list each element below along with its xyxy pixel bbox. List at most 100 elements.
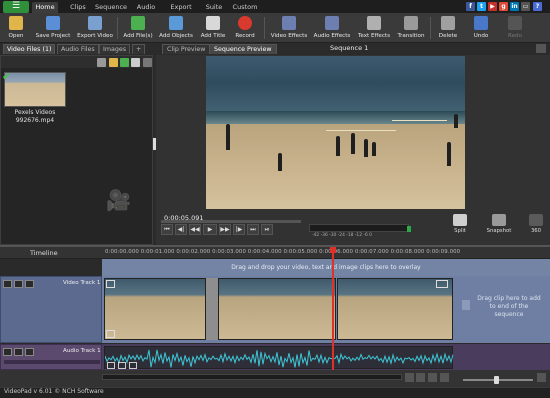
- audio-clip[interactable]: [104, 346, 454, 369]
- vr-360-icon: [529, 214, 543, 226]
- audio-track-header: Audio Track 1: [0, 344, 102, 370]
- timeline-ruler[interactable]: 0:00:00.000 0:00:01.000 0:00:02.000 0:00…: [105, 249, 460, 255]
- video-clip[interactable]: [218, 278, 336, 340]
- seek-bar[interactable]: [161, 220, 301, 223]
- zoom-slider-knob[interactable]: [494, 376, 499, 384]
- add-files-icon: [131, 16, 145, 30]
- split-button[interactable]: Split: [450, 214, 470, 234]
- audio-clip-volume-icon[interactable]: [118, 362, 126, 369]
- zoom-fit-icon[interactable]: [405, 373, 414, 382]
- detach-preview-icon[interactable]: [536, 44, 546, 53]
- save-project-button[interactable]: Save Project: [32, 13, 74, 43]
- lock-track-icon[interactable]: [14, 348, 23, 356]
- tab-sequence[interactable]: Sequence: [92, 2, 130, 13]
- tab-audio[interactable]: Audio: [134, 2, 158, 13]
- clip-transition-icon[interactable]: [436, 280, 448, 288]
- status-text: VideoPad v 6.01 © NCH Software: [4, 388, 104, 395]
- sequence-dropzone[interactable]: Drag clip here to add to end of the sequ…: [474, 295, 544, 319]
- bin-folder-icon[interactable]: [109, 58, 118, 67]
- bin-list-icon[interactable]: [131, 58, 140, 67]
- tab-export[interactable]: Export: [167, 2, 195, 13]
- export-video-icon: [88, 16, 102, 30]
- zoom-out-icon[interactable]: [416, 373, 425, 382]
- track-settings-icon[interactable]: [25, 280, 34, 288]
- twitter-icon[interactable]: t: [477, 2, 486, 11]
- bin-view-icon[interactable]: [120, 58, 129, 67]
- clip-fx-icon[interactable]: [106, 330, 115, 338]
- window-icon[interactable]: ▭: [521, 2, 530, 11]
- redo-icon: [508, 16, 522, 30]
- player-figure: [351, 133, 355, 154]
- video-track-label: Video Track 1: [63, 280, 101, 286]
- toolbar-divider: [264, 17, 265, 39]
- youtube-icon[interactable]: ▶: [488, 2, 497, 11]
- app-menu-button[interactable]: ☰: [3, 1, 29, 13]
- mute-track-icon[interactable]: [3, 280, 12, 288]
- add-files-button[interactable]: Add File(s): [120, 13, 156, 43]
- video-clip[interactable]: [104, 278, 206, 340]
- facebook-icon[interactable]: f: [466, 2, 475, 11]
- redo-button[interactable]: Redo: [500, 13, 530, 43]
- snapshot-button[interactable]: Snapshot: [484, 214, 514, 234]
- undo-button[interactable]: Undo: [466, 13, 496, 43]
- add-title-button[interactable]: Add Title: [197, 13, 229, 43]
- save-icon: [46, 16, 60, 30]
- tab-sequence-preview[interactable]: Sequence Preview: [209, 44, 277, 54]
- tab-custom[interactable]: Custom: [230, 2, 260, 13]
- zoom-in-icon[interactable]: [428, 373, 437, 382]
- record-button[interactable]: Record: [230, 13, 260, 43]
- play-icon[interactable]: ▶: [203, 224, 217, 235]
- tab-video-files[interactable]: Video Files (1): [3, 44, 56, 54]
- zoom-max-icon[interactable]: [537, 373, 546, 382]
- text-effects-button[interactable]: Text Effects: [354, 13, 394, 43]
- folder-icon: [9, 16, 23, 30]
- tab-clips[interactable]: Clips: [68, 2, 88, 13]
- view-360-button[interactable]: 360: [527, 214, 545, 234]
- open-button[interactable]: Open: [2, 13, 30, 43]
- lock-track-icon[interactable]: [14, 280, 23, 288]
- audio-track-label: Audio Track 1: [63, 348, 101, 354]
- playhead[interactable]: [332, 247, 334, 370]
- track-settings-icon[interactable]: [25, 348, 34, 356]
- fast-forward-icon[interactable]: ▶▶: [219, 224, 231, 235]
- bin-toolbar: [1, 56, 152, 68]
- loop-icon[interactable]: ⏯: [261, 224, 273, 235]
- bin-delete-icon[interactable]: [97, 58, 106, 67]
- mute-track-icon[interactable]: [3, 348, 12, 356]
- audio-clip-link-icon[interactable]: [129, 362, 137, 369]
- overlay-hint: Drag and drop your video, text and image…: [231, 264, 421, 271]
- add-objects-button[interactable]: Add Objects: [156, 13, 196, 43]
- bin-detach-icon[interactable]: [143, 58, 152, 67]
- add-title-icon: [206, 16, 220, 30]
- step-back-icon[interactable]: ◀|: [175, 224, 187, 235]
- transition-button[interactable]: Transition: [394, 13, 428, 43]
- delete-button[interactable]: Delete: [433, 13, 463, 43]
- go-to-start-icon[interactable]: ⏮: [161, 224, 173, 235]
- tab-suite[interactable]: Suite: [203, 2, 225, 13]
- panel-splitter[interactable]: [153, 138, 156, 150]
- video-effects-button[interactable]: Video Effects: [268, 13, 310, 43]
- google-plus-icon[interactable]: g: [499, 2, 508, 11]
- audio-level-fill: [407, 226, 411, 232]
- audio-clip-fx-icon[interactable]: [107, 362, 115, 369]
- tab-home[interactable]: Home: [32, 2, 58, 13]
- zoom-mode-icon[interactable]: [440, 373, 449, 382]
- tab-clip-preview[interactable]: Clip Preview: [162, 44, 211, 54]
- timeline-scrollbar[interactable]: [102, 374, 402, 380]
- export-video-button[interactable]: Export Video: [75, 13, 115, 43]
- rewind-icon[interactable]: ◀◀: [189, 224, 201, 235]
- track-volume-bar[interactable]: [4, 360, 100, 364]
- step-forward-icon[interactable]: |▶: [233, 224, 245, 235]
- tab-add-bin[interactable]: +: [132, 44, 146, 54]
- tab-audio-files[interactable]: Audio Files: [57, 44, 99, 54]
- help-icon[interactable]: ?: [533, 2, 542, 11]
- linkedin-icon[interactable]: in: [510, 2, 519, 11]
- tab-images[interactable]: Images: [99, 44, 131, 54]
- clip-crop-icon[interactable]: [106, 280, 115, 288]
- text-fx-icon: [367, 16, 381, 30]
- clip-transition[interactable]: [206, 278, 218, 340]
- go-to-end-icon[interactable]: ⏭: [247, 224, 259, 235]
- playhead-handle[interactable]: [330, 247, 336, 253]
- audio-effects-button[interactable]: Audio Effects: [311, 13, 353, 43]
- player-figure: [336, 136, 340, 156]
